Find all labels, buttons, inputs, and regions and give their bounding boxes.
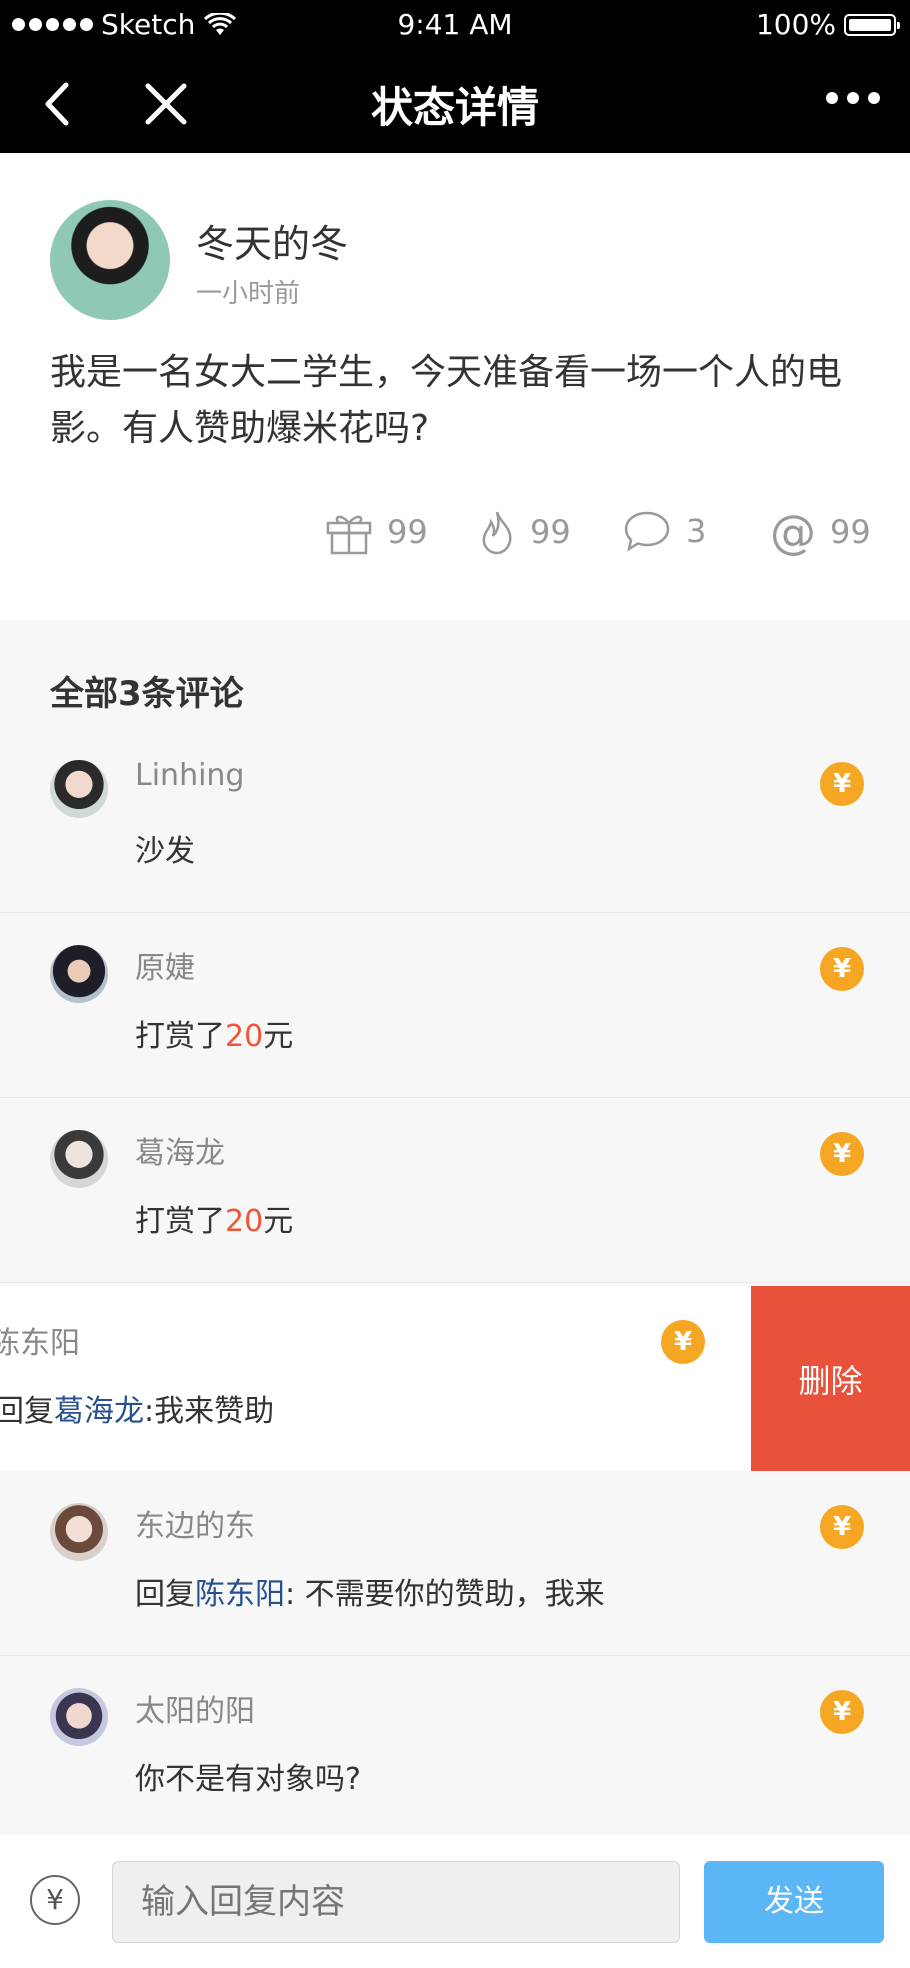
swiped-comment-row[interactable]: 陈东阳 回复葛海龙:我来赞助 ¥ 删除 [0, 1286, 910, 1471]
comment-author[interactable]: 葛海龙 [135, 1128, 225, 1172]
comment-row[interactable]: 葛海龙 打赏了20元 ¥ [0, 1098, 910, 1283]
yen-coin-icon[interactable]: ¥ [661, 1320, 705, 1364]
comment-stat[interactable]: 3 [622, 509, 706, 553]
nav-bar: 状态详情 [0, 52, 910, 153]
more-icon[interactable] [826, 92, 880, 104]
comment-author[interactable]: 太阳的阳 [135, 1686, 255, 1730]
yen-icon[interactable]: ¥ [30, 1875, 80, 1925]
gift-stat[interactable]: 99 [325, 509, 428, 555]
author-name[interactable]: 冬天的冬 [196, 213, 348, 268]
comment-author[interactable]: 原婕 [135, 943, 195, 987]
comment-text: 回复陈东阳: 不需要你的赞助，我来 [135, 1577, 605, 1612]
comment-text: 沙发 [135, 834, 195, 869]
comment-text: 回复葛海龙:我来赞助 [0, 1394, 275, 1429]
comment-text: 你不是有对象吗? [135, 1762, 361, 1797]
battery: 100% [755, 8, 900, 41]
reply-input[interactable] [112, 1861, 680, 1943]
send-button[interactable]: 发送 [704, 1861, 884, 1943]
yen-coin-icon[interactable]: ¥ [820, 947, 864, 991]
comment-count: 3 [686, 512, 707, 550]
battery-icon [844, 13, 900, 36]
avatar[interactable] [50, 1688, 108, 1746]
post-card: 冬天的冬 一小时前 我是一名女大二学生，今天准备看一场一个人的电影。有人赞助爆米… [0, 153, 910, 620]
comment-icon [624, 511, 670, 552]
mention-stat[interactable]: @ 99 [770, 509, 871, 555]
status-bar: Sketch 9:41 AM 100% [0, 0, 910, 52]
mention-count: 99 [830, 513, 871, 551]
yen-coin-icon[interactable]: ¥ [820, 1690, 864, 1734]
avatar[interactable] [50, 760, 108, 818]
comment-author[interactable]: 东边的东 [135, 1501, 255, 1545]
yen-coin-icon[interactable]: ¥ [820, 1132, 864, 1176]
hot-stat[interactable]: 99 [478, 509, 571, 555]
comment-row[interactable]: 太阳的阳 你不是有对象吗? ¥ [0, 1656, 910, 1841]
comment-author[interactable]: Linhing [135, 758, 244, 793]
comment-row[interactable]: Linhing 沙发 ¥ [0, 728, 910, 913]
gift-count: 99 [387, 513, 428, 551]
avatar[interactable] [50, 945, 108, 1003]
comment-author[interactable]: 陈东阳 [0, 1318, 80, 1362]
hot-count: 99 [530, 513, 571, 551]
comment-text: 打赏了20元 [135, 1019, 294, 1054]
flame-icon [482, 511, 512, 555]
reply-bar: ¥ 发送 [0, 1835, 910, 1968]
comments-header: 全部3条评论 [50, 674, 244, 714]
post-content: 我是一名女大二学生，今天准备看一场一个人的电影。有人赞助爆米花吗? [50, 352, 843, 449]
page-title: 状态详情 [370, 83, 539, 132]
post-time: 一小时前 [196, 279, 301, 309]
top-bar: Sketch 9:41 AM 100% 状态详情 [0, 0, 910, 153]
yen-coin-icon[interactable]: ¥ [820, 1505, 864, 1549]
post-stats: 99 99 3 @ 99 [0, 509, 910, 559]
at-icon: @ [770, 505, 816, 559]
comment-row[interactable]: 东边的东 回复陈东阳: 不需要你的赞助，我来 ¥ [0, 1471, 910, 1656]
avatar[interactable] [50, 1130, 108, 1188]
battery-label: 100% [755, 8, 836, 41]
comments-section: 全部3条评论 Linhing 沙发 ¥ 原婕 打赏了20元 ¥ 葛海龙 打赏了2… [0, 620, 910, 1835]
gift-icon [326, 515, 372, 555]
delete-button[interactable]: 删除 [751, 1286, 910, 1471]
yen-coin-icon[interactable]: ¥ [820, 762, 864, 806]
comment-text: 打赏了20元 [135, 1204, 294, 1239]
comment-row[interactable]: 原婕 打赏了20元 ¥ [0, 913, 910, 1098]
author-avatar[interactable] [50, 200, 170, 320]
avatar[interactable] [50, 1503, 108, 1561]
